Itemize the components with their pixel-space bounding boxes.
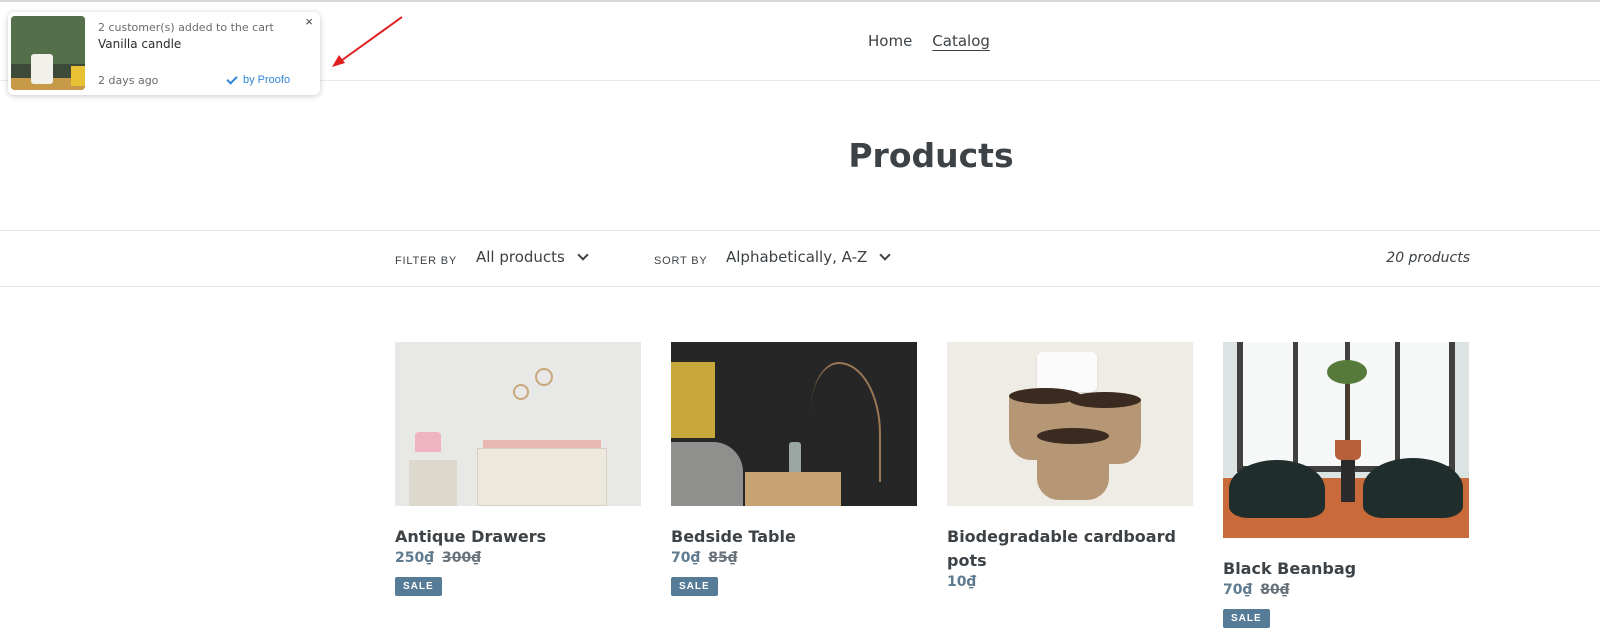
chevron-down-icon — [879, 249, 891, 261]
sale-badge: SALE — [395, 577, 442, 596]
sort-by-label: SORT BY — [654, 255, 708, 267]
product-image[interactable] — [947, 342, 1193, 506]
main-nav: Home Catalog — [868, 32, 990, 50]
compare-price: 300₫ — [441, 550, 481, 566]
filter-select[interactable]: All products — [476, 248, 589, 266]
popup-message: 2 customer(s) added to the cart — [98, 21, 274, 34]
nav-home-link[interactable]: Home — [868, 32, 912, 50]
filter-by-label: FILTER BY — [395, 255, 458, 267]
product-title[interactable]: Bedside Table — [671, 525, 917, 549]
product-image[interactable] — [1223, 342, 1469, 538]
annotation-arrow-icon — [332, 16, 403, 67]
sale-price: 250₫ — [395, 550, 434, 566]
product-card-bedside-table[interactable]: Bedside Table 70₫ 85₫ SALE — [671, 342, 917, 628]
nav-catalog-link[interactable]: Catalog — [932, 32, 990, 50]
sort-select-value: Alphabetically, A-Z — [726, 248, 868, 266]
popup-product-name[interactable]: Vanilla candle — [98, 37, 181, 51]
product-prices: 250₫ 300₫ — [395, 550, 641, 566]
popup-product-image — [11, 16, 85, 90]
product-prices: 70₫ 85₫ — [671, 550, 917, 566]
compare-price: 80₫ — [1260, 582, 1290, 598]
product-card-antique-drawers[interactable]: Antique Drawers 250₫ 300₫ SALE — [395, 342, 641, 628]
product-count: 20 products — [1386, 250, 1470, 266]
close-icon[interactable]: × — [305, 14, 313, 29]
product-title[interactable]: Black Beanbag — [1223, 557, 1469, 581]
popup-brand-link[interactable]: by Proofo — [226, 72, 291, 86]
product-card-biodegradable-pots[interactable]: Biodegradable cardboard pots 10₫ — [947, 342, 1193, 628]
product-image[interactable] — [395, 342, 641, 506]
sale-price: 70₫ — [671, 550, 701, 566]
sale-badge: SALE — [671, 577, 718, 596]
regular-price: 10₫ — [947, 574, 977, 590]
filter-select-value: All products — [476, 248, 565, 266]
filter-bar: FILTER BY All products SORT BY Alphabeti… — [0, 230, 1600, 287]
product-title[interactable]: Biodegradable cardboard pots — [947, 525, 1193, 573]
product-title[interactable]: Antique Drawers — [395, 525, 641, 549]
product-grid: Antique Drawers 250₫ 300₫ SALE Bedside T… — [395, 342, 1469, 628]
compare-price: 85₫ — [708, 550, 738, 566]
popup-brand-label: by Proofo — [243, 74, 291, 86]
page-title: Products — [848, 136, 1014, 175]
sale-badge: SALE — [1223, 609, 1270, 628]
sort-select[interactable]: Alphabetically, A-Z — [726, 248, 891, 266]
product-prices: 10₫ — [947, 574, 1193, 590]
product-image[interactable] — [671, 342, 917, 506]
popup-time: 2 days ago — [98, 74, 159, 87]
sale-price: 70₫ — [1223, 582, 1253, 598]
product-card-black-beanbag[interactable]: Black Beanbag 70₫ 80₫ SALE — [1223, 342, 1469, 628]
checkmark-icon — [226, 72, 238, 85]
social-proof-popup[interactable]: 2 customer(s) added to the cart Vanilla … — [8, 12, 320, 95]
chevron-down-icon — [577, 249, 589, 261]
product-prices: 70₫ 80₫ — [1223, 582, 1469, 598]
